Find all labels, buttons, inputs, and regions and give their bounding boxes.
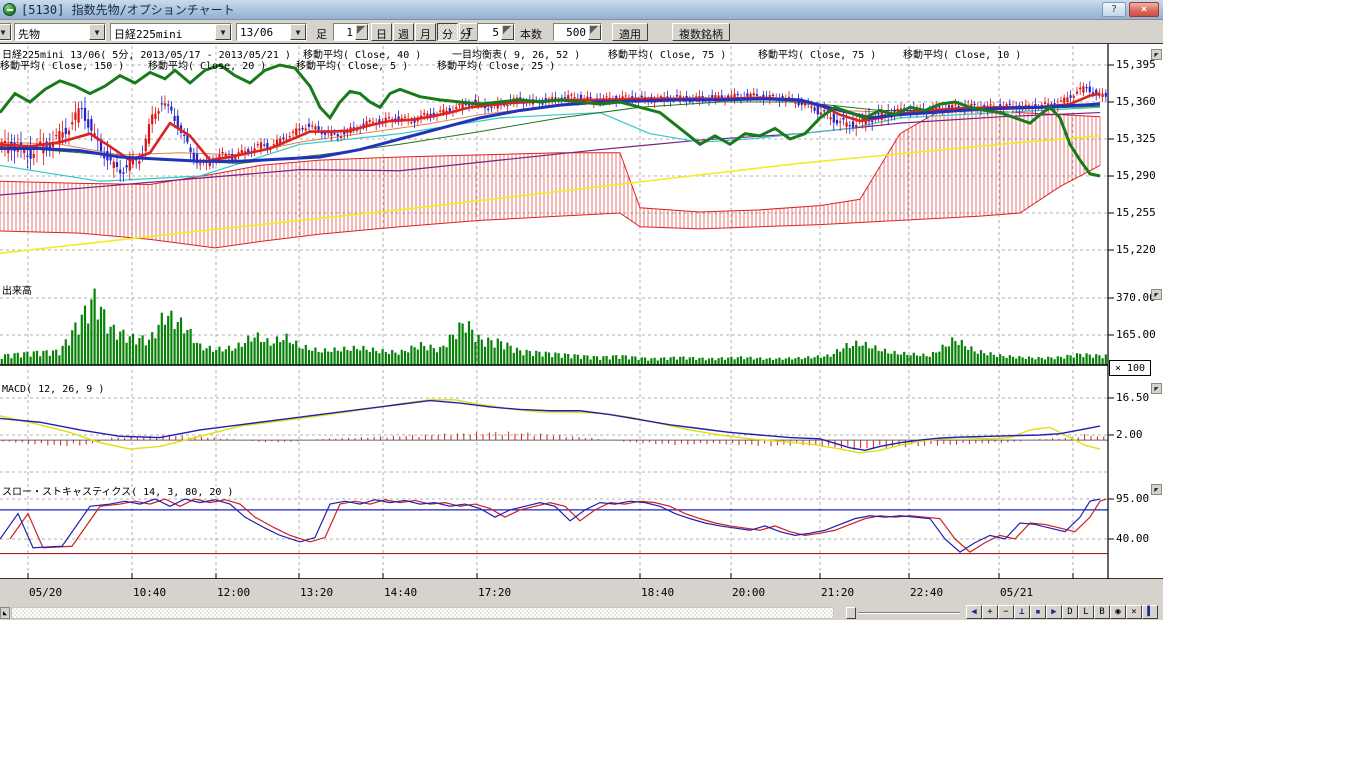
legend-item: 移動平均( Close, 75 )	[608, 46, 726, 61]
y-axis-tick-label: 15,290	[1116, 169, 1156, 182]
pane-collapse-arrow-icon[interactable]: ◤	[1151, 289, 1162, 300]
legend-item: 移動平均( Close, 150 )	[0, 57, 124, 72]
zoom-in-button[interactable]: +	[982, 605, 998, 619]
box-b-button[interactable]: B	[1094, 605, 1110, 619]
legend-item: 移動平均( Close, 10 )	[903, 46, 1021, 61]
scroll-left-button[interactable]: ◀	[966, 605, 982, 619]
hidden-combobox[interactable]: ▼	[0, 23, 12, 41]
dropdown-arrow-icon[interactable]: ▼	[215, 24, 231, 40]
partial-button[interactable]: ▌	[1142, 605, 1158, 619]
x-axis-tick-label: 12:00	[217, 586, 250, 599]
app-icon	[3, 3, 16, 16]
close-button[interactable]: ×	[1129, 2, 1159, 17]
x-axis-tick-label: 18:40	[641, 586, 674, 599]
x-axis-tick-label: 14:40	[384, 586, 417, 599]
play-button[interactable]: ▶	[1046, 605, 1062, 619]
legend-item: 移動平均( Close, 5 )	[296, 57, 408, 72]
multi-symbol-button[interactable]: 複数銘柄	[672, 23, 730, 41]
fit-button[interactable]: ⊥	[1014, 605, 1030, 619]
x-axis-tick-label: 05/21	[1000, 586, 1033, 599]
pane-collapse-arrow-icon[interactable]: ◤	[1151, 49, 1162, 60]
pane-collapse-arrow-icon[interactable]: ◤	[1151, 383, 1162, 394]
title-bar: [5130] 指数先物/オプションチャート ? ×	[0, 0, 1163, 20]
y-axis-tick-label: 165.00	[1116, 328, 1156, 341]
corner-resize-button[interactable]: ◣	[0, 607, 10, 619]
x-axis-tick-label: 22:40	[910, 586, 943, 599]
chart-plot[interactable]	[0, 44, 1163, 579]
toolbar: ▼ 先物▼ 日経225mini▼ 13/06▼ 足 1 日週月分T 分 5 本数…	[0, 21, 1163, 43]
pane-collapse-arrow-icon[interactable]: ◤	[1151, 484, 1162, 495]
dropdown-arrow-icon[interactable]: ▼	[0, 24, 11, 40]
spinner-icon[interactable]	[355, 24, 368, 40]
legend-item: 移動平均( Close, 25 )	[437, 57, 555, 72]
zoom-slider-handle[interactable]	[846, 607, 856, 619]
period-button-週[interactable]: 週	[393, 23, 414, 41]
y-axis-tick-label: 15,325	[1116, 132, 1156, 145]
category-combobox[interactable]: 先物▼	[14, 23, 106, 41]
delete-button[interactable]: ×	[1126, 605, 1142, 619]
line-l-button[interactable]: L	[1078, 605, 1094, 619]
dropdown-arrow-icon[interactable]: ▼	[290, 24, 306, 40]
minute-stepper[interactable]: 5	[477, 23, 515, 41]
y-axis-tick-label: 15,220	[1116, 243, 1156, 256]
ashi-label: 足	[316, 23, 327, 41]
y-axis-tick-label: 15,395	[1116, 58, 1156, 71]
apply-button[interactable]: 適用	[612, 23, 648, 41]
volume-multiplier-badge: × 100	[1109, 360, 1151, 376]
spinner-icon[interactable]	[588, 24, 601, 40]
zoom-slider-track[interactable]	[858, 612, 960, 614]
x-axis-tick-label: 20:00	[732, 586, 765, 599]
dropdown-arrow-icon[interactable]: ▼	[89, 24, 105, 40]
period-button-分[interactable]: 分	[437, 23, 458, 41]
bottom-scroll-bar: ◣ ◀+−⊥▪▶DLB◉×▌	[0, 604, 1163, 620]
help-button[interactable]: ?	[1102, 2, 1126, 17]
minute-label: 分	[460, 23, 471, 41]
y-axis-tick-label: 2.00	[1116, 428, 1143, 441]
y-axis-tick-label: 15,255	[1116, 206, 1156, 219]
zoom-out-button[interactable]: −	[998, 605, 1014, 619]
y-axis-tick-label: 370.00	[1116, 291, 1156, 304]
x-axis-tick-label: 05/20	[29, 586, 62, 599]
legend-item: 移動平均( Close, 20 )	[148, 57, 266, 72]
window-title: [5130] 指数先物/オプションチャート	[21, 1, 235, 18]
y-axis-tick-label: 95.00	[1116, 492, 1149, 505]
macd-pane-label: MACD( 12, 26, 9 )	[2, 384, 104, 395]
ashi-stepper[interactable]: 1	[333, 23, 369, 41]
spinner-icon[interactable]	[501, 24, 514, 40]
period-button-日[interactable]: 日	[371, 23, 392, 41]
dot-mode-button[interactable]: ▪	[1030, 605, 1046, 619]
x-axis-tick-label: 10:40	[133, 586, 166, 599]
draw-d-button[interactable]: D	[1062, 605, 1078, 619]
target-button[interactable]: ◉	[1110, 605, 1126, 619]
legend-item: 移動平均( Close, 75 )	[758, 46, 876, 61]
x-axis-tick-label: 13:20	[300, 586, 333, 599]
chart-tool-buttons: ◀+−⊥▪▶DLB◉×▌	[966, 605, 1158, 619]
stoch-pane-label: スロー・ストキャスティクス( 14, 3, 80, 20 )	[2, 483, 233, 498]
y-axis-tick-label: 15,360	[1116, 95, 1156, 108]
scrollbar-track[interactable]	[11, 607, 834, 619]
chart-window: [5130] 指数先物/オプションチャート ? × ▼ 先物▼ 日経225min…	[0, 0, 1163, 620]
bars-label: 本数	[520, 23, 542, 41]
contract-combobox[interactable]: 13/06▼	[236, 23, 307, 41]
x-axis-tick-label: 21:20	[821, 586, 854, 599]
y-axis-tick-label: 40.00	[1116, 532, 1149, 545]
period-button-月[interactable]: 月	[415, 23, 436, 41]
volume-pane-label: 出来高	[2, 282, 32, 297]
x-axis-tick-label: 17:20	[478, 586, 511, 599]
chart-area[interactable]: 日経225mini 13/06( 5分, 2013/05/17 - 2013/0…	[0, 43, 1163, 578]
bars-stepper[interactable]: 500	[553, 23, 602, 41]
symbol-combobox[interactable]: 日経225mini▼	[110, 23, 232, 41]
y-axis-tick-label: 16.50	[1116, 391, 1149, 404]
